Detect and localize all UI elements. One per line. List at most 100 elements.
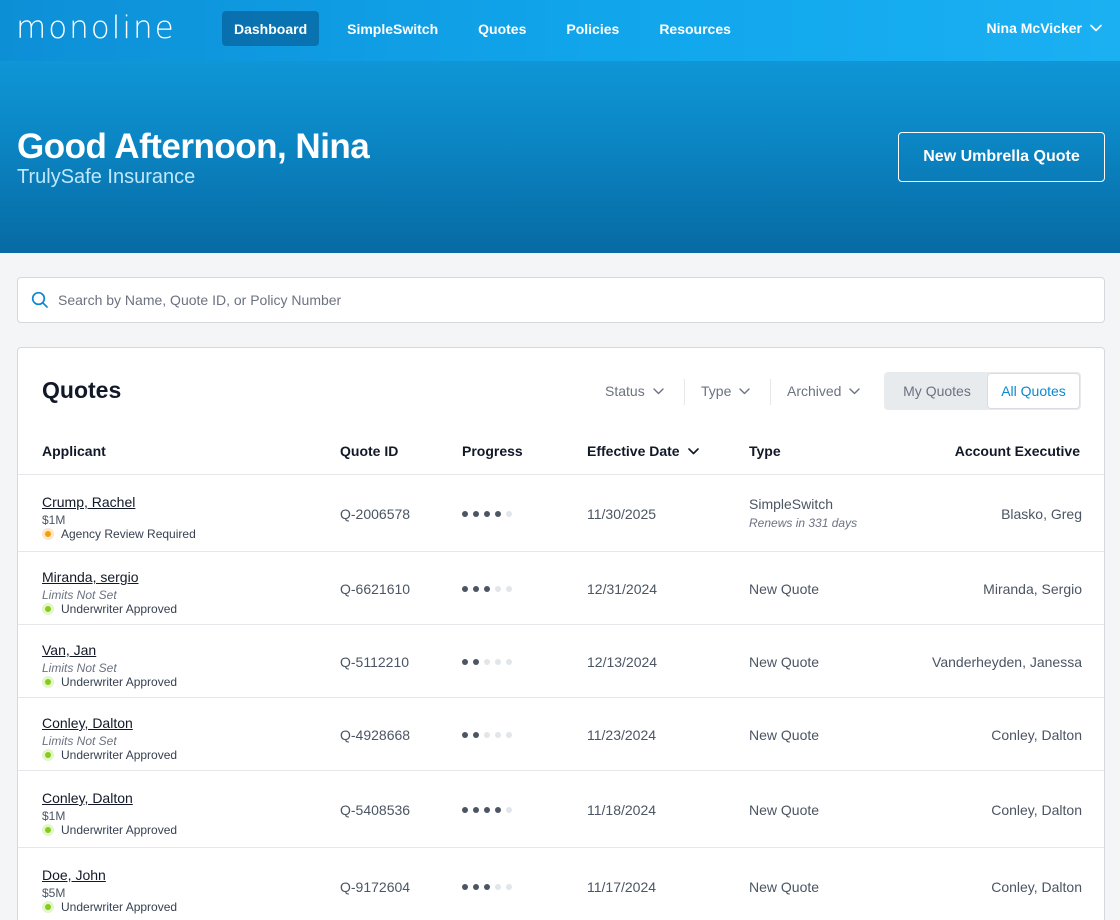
progress-indicator bbox=[462, 732, 512, 738]
status-dot-icon bbox=[42, 901, 54, 913]
top-nav: monoline Dashboard SimpleSwitch Quotes P… bbox=[0, 0, 1120, 61]
status-indicator: Underwriter Approved bbox=[42, 900, 177, 914]
progress-step-dot bbox=[506, 586, 512, 592]
applicant-name-link[interactable]: Doe, John bbox=[42, 867, 106, 883]
table-row[interactable]: Doe, John $5M Underwriter Approved Q-917260… bbox=[18, 848, 1104, 920]
coverage-limit: $1M bbox=[42, 513, 66, 527]
progress-step-dot bbox=[462, 807, 468, 813]
nav-item-dashboard[interactable]: Dashboard bbox=[222, 11, 320, 46]
progress-step-dot bbox=[462, 511, 468, 517]
account-executive: Vanderheyden, Janessa bbox=[932, 654, 1082, 670]
status-filter[interactable]: Status bbox=[605, 383, 664, 399]
account-executive: Blasko, Greg bbox=[1001, 506, 1082, 522]
progress-step-dot bbox=[484, 732, 490, 738]
status-dot-icon bbox=[42, 824, 54, 836]
quote-id: Q-2006578 bbox=[340, 506, 411, 522]
applicant-name-link[interactable]: Miranda, sergio bbox=[42, 569, 139, 585]
table-row[interactable]: Conley, Dalton $1M Underwriter Approved Q-5… bbox=[18, 771, 1104, 848]
status-dot-icon bbox=[42, 603, 54, 615]
quote-scope-toggle: My Quotes All Quotes bbox=[884, 372, 1081, 410]
status-label: Underwriter Approved bbox=[61, 675, 178, 689]
column-header-type[interactable]: Type bbox=[749, 443, 781, 459]
filter-label: Status bbox=[605, 383, 645, 399]
progress-step-dot bbox=[484, 511, 490, 517]
status-dot-icon bbox=[42, 749, 54, 761]
column-header-effective-date[interactable]: Effective Date bbox=[587, 443, 699, 459]
renewal-note: Renews in 331 days bbox=[749, 516, 858, 530]
coverage-limit: Limits Not Set bbox=[42, 661, 117, 675]
nav-item-policies[interactable]: Policies bbox=[554, 11, 631, 46]
filter-divider bbox=[684, 379, 685, 405]
status-indicator: Underwriter Approved bbox=[42, 602, 177, 616]
all-quotes-tab[interactable]: All Quotes bbox=[988, 374, 1079, 408]
account-executive: Miranda, Sergio bbox=[983, 581, 1082, 597]
user-menu[interactable]: Nina McVicker bbox=[987, 20, 1102, 36]
coverage-limit: Limits Not Set bbox=[42, 588, 117, 602]
progress-indicator bbox=[462, 884, 512, 890]
chevron-down-icon bbox=[653, 387, 664, 394]
quotes-title: Quotes bbox=[42, 377, 122, 403]
applicant-name-link[interactable]: Conley, Dalton bbox=[42, 715, 133, 731]
column-header-account-executive[interactable]: Account Executive bbox=[955, 443, 1080, 459]
table-row[interactable]: Van, Jan Limits Not Set Underwriter Approv… bbox=[18, 625, 1104, 698]
status-label: Underwriter Approved bbox=[61, 748, 178, 762]
progress-step-dot bbox=[462, 732, 468, 738]
search-input[interactable] bbox=[58, 286, 1088, 314]
table-row[interactable]: Conley, Dalton Limits Not Set Underwriter … bbox=[18, 698, 1104, 771]
quote-id: Q-9172604 bbox=[340, 879, 411, 895]
quote-id: Q-6621610 bbox=[340, 581, 411, 597]
progress-step-dot bbox=[506, 732, 512, 738]
applicant-name-link[interactable]: Conley, Dalton bbox=[42, 790, 133, 806]
effective-date: 12/31/2024 bbox=[587, 581, 658, 597]
filter-label: Archived bbox=[787, 383, 842, 399]
status-dot-icon bbox=[42, 676, 54, 688]
table-row[interactable]: Miranda, sergio Limits Not Set Underwriter… bbox=[18, 552, 1104, 625]
column-header-progress[interactable]: Progress bbox=[462, 443, 523, 459]
account-executive: Conley, Dalton bbox=[991, 727, 1082, 743]
status-label: Agency Review Required bbox=[61, 527, 196, 541]
my-quotes-tab[interactable]: My Quotes bbox=[886, 374, 988, 408]
progress-step-dot bbox=[495, 732, 501, 738]
quote-type: SimpleSwitch bbox=[749, 496, 834, 512]
progress-step-dot bbox=[506, 807, 512, 813]
progress-step-dot bbox=[484, 807, 490, 813]
effective-date: 11/18/2024 bbox=[587, 802, 657, 818]
chevron-down-icon bbox=[739, 387, 751, 394]
chevron-down-icon bbox=[849, 387, 861, 394]
account-executive: Conley, Dalton bbox=[991, 879, 1082, 895]
quote-id: Q-4928668 bbox=[340, 727, 411, 743]
quote-type: New Quote bbox=[749, 727, 820, 743]
progress-step-dot bbox=[462, 659, 468, 665]
search-bar bbox=[17, 277, 1105, 323]
type-filter[interactable]: Type bbox=[701, 383, 751, 399]
chevron-down-icon bbox=[1090, 24, 1102, 32]
nav-item-quotes[interactable]: Quotes bbox=[466, 11, 538, 46]
column-header-applicant[interactable]: Applicant bbox=[42, 443, 106, 459]
status-indicator: Underwriter Approved bbox=[42, 675, 177, 689]
applicant-name-link[interactable]: Crump, Rachel bbox=[42, 494, 135, 510]
progress-step-dot bbox=[484, 659, 490, 665]
progress-step-dot bbox=[495, 884, 501, 890]
progress-step-dot bbox=[495, 659, 501, 665]
effective-date: 12/13/2024 bbox=[587, 654, 658, 670]
coverage-limit: Limits Not Set bbox=[42, 734, 117, 748]
nav-item-simpleswitch[interactable]: SimpleSwitch bbox=[335, 11, 450, 46]
status-indicator: Agency Review Required bbox=[42, 527, 196, 541]
progress-indicator bbox=[462, 511, 512, 517]
archived-filter[interactable]: Archived bbox=[787, 383, 861, 399]
column-header-quote-id[interactable]: Quote ID bbox=[340, 443, 398, 459]
quote-id: Q-5408536 bbox=[340, 802, 411, 818]
filter-divider bbox=[770, 379, 771, 405]
effective-date: 11/17/2024 bbox=[587, 879, 657, 895]
table-row[interactable]: Crump, Rachel $1M Agency Review Required Q-… bbox=[18, 475, 1104, 552]
nav-item-resources[interactable]: Resources bbox=[647, 11, 743, 46]
column-header-label: Effective Date bbox=[587, 443, 680, 459]
progress-step-dot bbox=[473, 586, 479, 592]
progress-step-dot bbox=[462, 586, 468, 592]
status-dot-icon bbox=[42, 528, 54, 540]
logo[interactable]: monoline bbox=[16, 13, 176, 44]
progress-step-dot bbox=[506, 884, 512, 890]
new-umbrella-quote-button[interactable]: New Umbrella Quote bbox=[898, 132, 1105, 182]
applicant-name-link[interactable]: Van, Jan bbox=[42, 642, 96, 658]
quote-type: New Quote bbox=[749, 581, 820, 597]
